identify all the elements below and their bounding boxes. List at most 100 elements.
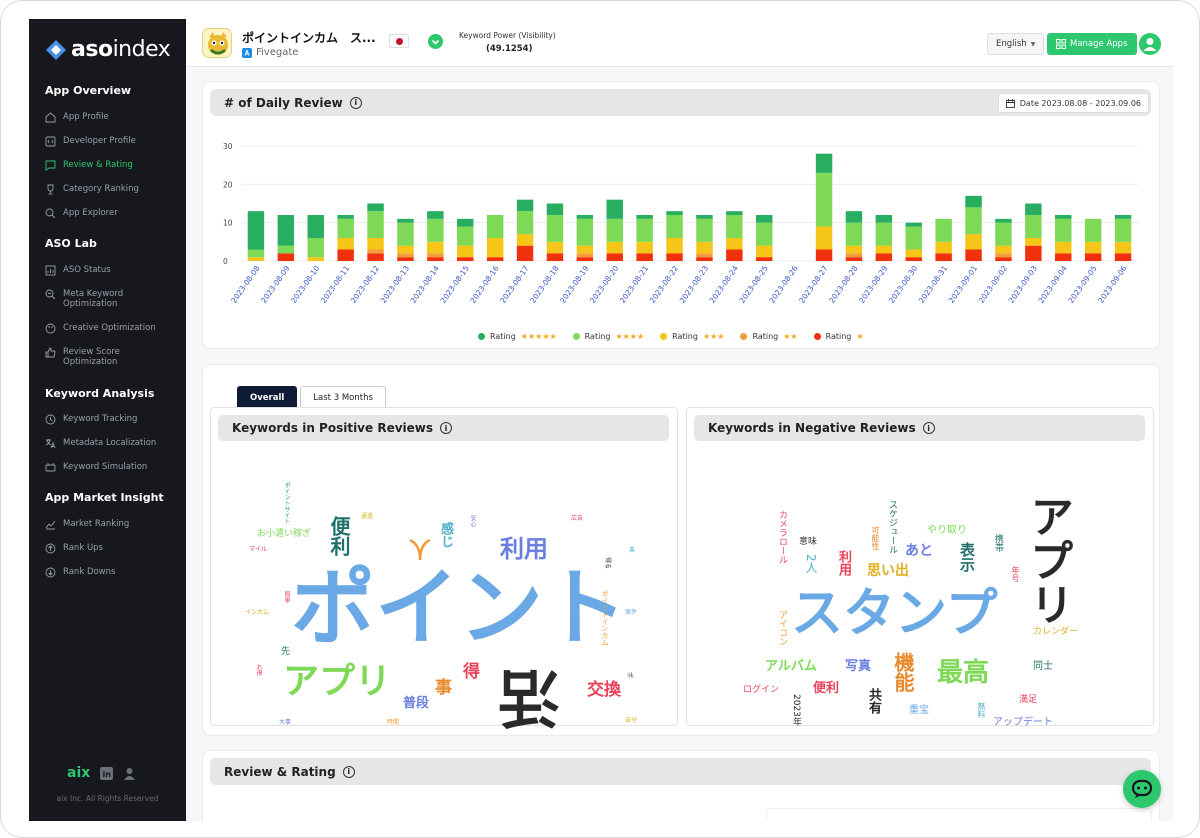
bar-segment[interactable] (666, 211, 683, 215)
bar-segment[interactable] (546, 215, 564, 242)
bar-segment[interactable] (965, 249, 982, 262)
bar-segment[interactable] (1084, 253, 1102, 261)
language-select[interactable]: English ▼ (987, 33, 1045, 55)
bar-segment[interactable] (516, 211, 534, 235)
bar-segment[interactable] (427, 218, 444, 242)
legend-item[interactable]: Rating ★★★★★ (478, 332, 557, 341)
bar-segment[interactable] (696, 253, 713, 258)
bar-segment[interactable] (337, 238, 354, 250)
bar-segment[interactable] (277, 253, 295, 261)
bar-segment[interactable] (696, 218, 713, 242)
sidebar-item-simulation[interactable]: Keyword Simulation (45, 462, 147, 473)
bar-segment[interactable] (696, 215, 713, 219)
bar-segment[interactable] (905, 249, 922, 258)
bar-segment[interactable] (666, 215, 683, 238)
bar-segment[interactable] (247, 211, 265, 250)
bar-segment[interactable] (307, 215, 324, 238)
bar-segment[interactable] (606, 253, 623, 261)
bar-segment[interactable] (457, 245, 474, 258)
bar-segment[interactable] (606, 218, 623, 242)
bar-segment[interactable] (247, 249, 265, 258)
japan-flag-icon[interactable] (389, 34, 409, 48)
bar-segment[interactable] (576, 257, 594, 261)
bar-segment[interactable] (636, 218, 653, 242)
bar-segment[interactable] (995, 222, 1012, 246)
bar-segment[interactable] (905, 226, 922, 250)
bar-segment[interactable] (367, 203, 384, 212)
bar-segment[interactable] (756, 245, 773, 258)
bar-segment[interactable] (636, 215, 653, 219)
aso-index-logo[interactable]: asoindex (45, 37, 171, 62)
bar-segment[interactable] (815, 153, 833, 173)
bar-segment[interactable] (576, 218, 594, 246)
legend-item[interactable]: Rating ★ (813, 332, 864, 341)
bar-segment[interactable] (726, 238, 743, 250)
chat-support-button[interactable] (1123, 770, 1161, 808)
bar-segment[interactable] (726, 249, 743, 262)
bar-segment[interactable] (1114, 218, 1132, 242)
bar-segment[interactable] (1055, 253, 1072, 261)
bar-segment[interactable] (427, 257, 444, 261)
bar-segment[interactable] (935, 218, 952, 242)
sidebar-item-arrow-up[interactable]: Rank Ups (45, 543, 103, 554)
date-range-picker[interactable]: Date 2023.08.08 - 2023.09.06 (997, 93, 1149, 113)
sidebar-item-home[interactable]: App Profile (45, 112, 109, 123)
sidebar-item-localization[interactable]: Metadata Localization (45, 438, 156, 449)
bar-segment[interactable] (576, 215, 594, 219)
bar-segment[interactable] (935, 253, 952, 261)
bar-segment[interactable] (995, 253, 1012, 258)
user-avatar-icon[interactable] (1139, 33, 1161, 55)
legend-item[interactable]: Rating ★★ (740, 332, 798, 341)
bar-segment[interactable] (726, 211, 743, 215)
bar-segment[interactable] (1025, 203, 1042, 216)
info-icon[interactable]: i (349, 96, 362, 109)
bar-segment[interactable] (427, 241, 444, 254)
linkedin-icon[interactable]: in (100, 766, 114, 780)
bar-segment[interactable] (576, 253, 594, 258)
bar-segment[interactable] (905, 257, 922, 261)
bar-segment[interactable] (726, 215, 743, 238)
bar-segment[interactable] (1055, 218, 1072, 242)
bar-segment[interactable] (756, 257, 773, 261)
bar-segment[interactable] (1114, 241, 1132, 254)
bar-segment[interactable] (546, 241, 564, 254)
sidebar-item-arrow-down[interactable]: Rank Downs (45, 567, 115, 578)
bar-segment[interactable] (247, 257, 265, 261)
bar-segment[interactable] (277, 215, 295, 246)
bar-segment[interactable] (486, 257, 504, 261)
sidebar-item-search[interactable]: App Explorer (45, 208, 118, 219)
bar-segment[interactable] (875, 245, 893, 254)
bar-segment[interactable] (905, 222, 922, 227)
sidebar-item-trend[interactable]: Market Ranking (45, 519, 129, 530)
bar-segment[interactable] (486, 238, 504, 258)
bar-segment[interactable] (1025, 215, 1042, 238)
bar-segment[interactable] (696, 241, 713, 254)
developer-name[interactable]: Fivegate (242, 47, 298, 58)
chevron-down-icon[interactable] (428, 34, 443, 49)
bar-segment[interactable] (875, 222, 893, 246)
bar-segment[interactable] (965, 195, 982, 208)
sidebar-item-tracking[interactable]: Keyword Tracking (45, 414, 137, 425)
bar-segment[interactable] (307, 257, 324, 261)
bar-segment[interactable] (516, 199, 534, 212)
bar-segment[interactable] (307, 238, 324, 258)
bar-segment[interactable] (845, 245, 863, 254)
bar-segment[interactable] (546, 203, 564, 216)
tab-last-3-months[interactable]: Last 3 Months (300, 386, 386, 408)
manage-apps-button[interactable]: Manage Apps (1047, 33, 1137, 55)
bar-segment[interactable] (875, 253, 893, 261)
bar-segment[interactable] (935, 241, 952, 254)
sidebar-item-palette[interactable]: Creative Optimization (45, 323, 156, 334)
bar-segment[interactable] (815, 226, 833, 250)
bar-segment[interactable] (1114, 253, 1132, 261)
bar-segment[interactable] (367, 249, 384, 254)
bar-segment[interactable] (606, 241, 623, 254)
bar-segment[interactable] (516, 245, 534, 261)
bar-segment[interactable] (337, 218, 354, 238)
bar-segment[interactable] (845, 253, 863, 258)
bar-segment[interactable] (576, 245, 594, 254)
bar-segment[interactable] (1114, 215, 1132, 219)
bar-segment[interactable] (1084, 241, 1102, 254)
bar-segment[interactable] (636, 241, 653, 254)
bar-segment[interactable] (397, 222, 414, 246)
